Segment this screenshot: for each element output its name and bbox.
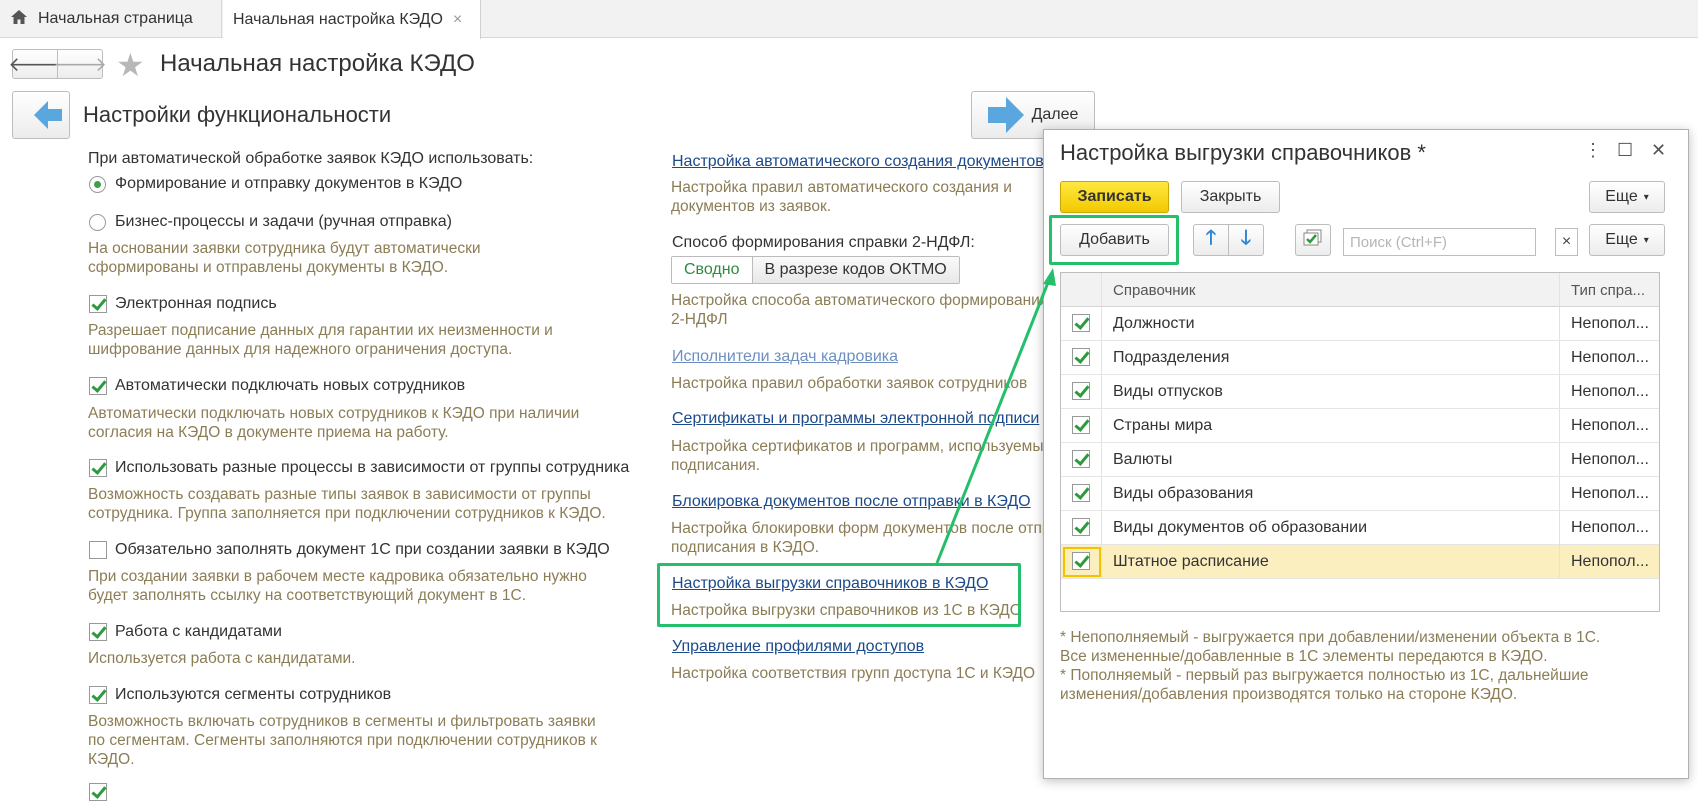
annotation-arrow <box>935 268 1056 564</box>
